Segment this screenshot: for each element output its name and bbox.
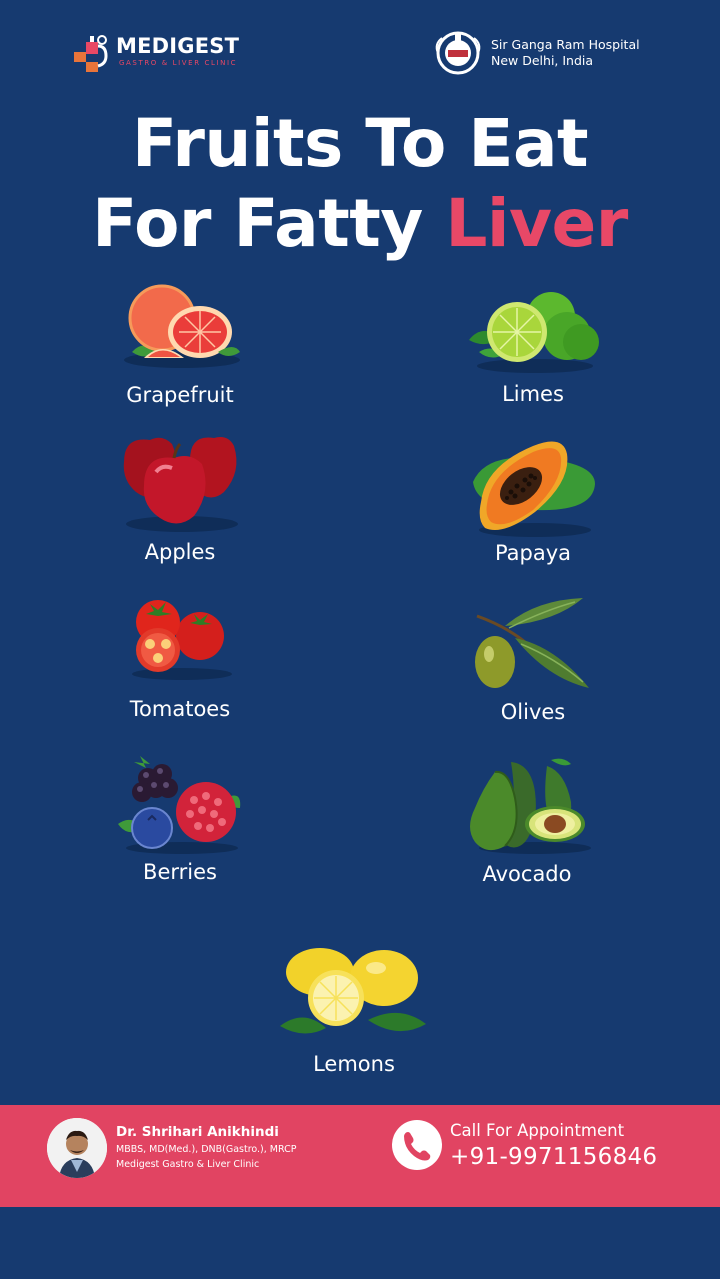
- page-title-line1: Fruits To Eat: [131, 105, 589, 182]
- doctor-photo-icon: [47, 1118, 107, 1178]
- fruit-label-olives: Olives: [500, 700, 566, 724]
- clinic-tagline: GASTRO & LIVER CLINIC: [119, 59, 238, 67]
- fruit-label-apples: Apples: [144, 540, 216, 564]
- apple-icon: [123, 437, 238, 532]
- fruit-label-grapefruit: Grapefruit: [126, 383, 234, 407]
- hospital-logo: Sir Ganga Ram Hospital New Delhi, India: [430, 30, 660, 76]
- call-button[interactable]: [392, 1120, 442, 1170]
- papaya-icon: [473, 441, 595, 537]
- phone-icon: [404, 1132, 431, 1161]
- doctor-qualifications: MBBS, MD(Med.), DNB(Gastro.), MRCP: [116, 1144, 297, 1155]
- call-number[interactable]: +91-9971156846: [450, 1144, 657, 1170]
- doctor-clinic: Medigest Gastro & Liver Clinic: [116, 1159, 260, 1170]
- doctor-name: Dr. Shrihari Anikhindi: [116, 1124, 279, 1140]
- call-label: Call For Appointment: [450, 1121, 625, 1140]
- hospital-location: New Delhi, India: [491, 53, 594, 68]
- fruit-label-avocado: Avocado: [482, 862, 572, 886]
- page-title-accent: Liver: [445, 185, 628, 262]
- fruit-label-tomatoes: Tomatoes: [129, 697, 231, 721]
- doctor-avatar: [47, 1118, 107, 1178]
- clinic-logo: MEDIGEST GASTRO & LIVER CLINIC: [72, 30, 262, 76]
- berries-icon: [118, 756, 241, 854]
- fruit-label-lemons: Lemons: [313, 1052, 395, 1076]
- fruit-label-limes: Limes: [502, 382, 564, 406]
- olive-icon: [475, 598, 589, 688]
- page-title-line2: For Fatty Liver: [0, 184, 720, 264]
- lemon-icon: [280, 948, 426, 1034]
- lime-icon: [469, 292, 599, 373]
- hospital-name: Sir Ganga Ram Hospital: [491, 37, 640, 52]
- fruit-label-papaya: Papaya: [494, 541, 572, 565]
- clinic-logo-icon: [74, 35, 108, 72]
- hospital-emblem-icon: [435, 31, 481, 75]
- tomato-icon: [132, 600, 232, 680]
- page-title-prefix: For Fatty: [92, 185, 446, 262]
- grapefruit-icon: [124, 284, 240, 368]
- avocado-icon: [470, 758, 591, 854]
- fruit-label-berries: Berries: [143, 860, 217, 884]
- clinic-brand-name: MEDIGEST: [116, 34, 240, 58]
